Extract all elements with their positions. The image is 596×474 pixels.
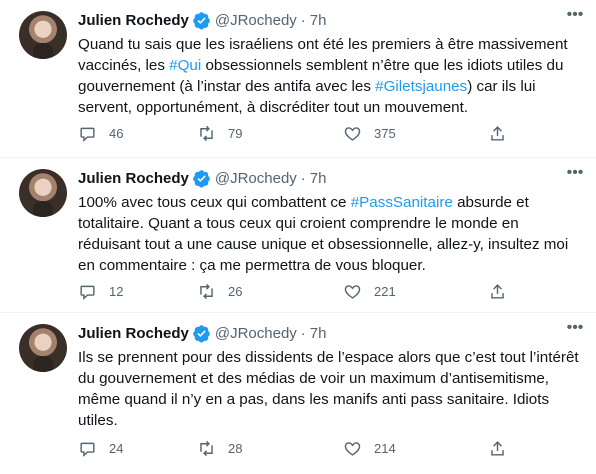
verified-badge-icon [192,169,211,188]
tweet-body: Julien Rochedy @JRochedy · 7h 100% avec … [78,167,584,276]
reply-button[interactable]: 46 [78,124,123,143]
author-handle[interactable]: @JRochedy [215,325,297,342]
retweet-icon [200,283,213,299]
more-options-icon[interactable]: ••• [564,7,586,28]
tweet-text: 100% avec tous ceux qui combattent ce #P… [78,192,584,276]
hashtag-link[interactable]: #Giletsjaunes [375,78,467,95]
like-button[interactable]: 221 [343,282,396,301]
tweet-header: Julien Rochedy @JRochedy · 7h [78,322,584,344]
reply-icon [80,442,95,457]
retweet-button[interactable]: 79 [197,124,242,143]
like-icon [344,126,361,141]
share-button[interactable] [488,439,507,458]
like-count: 221 [374,283,396,299]
author-name[interactable]: Julien Rochedy [78,325,189,342]
verified-badge-icon [192,324,211,343]
tweet-actions: 24 28 214 [78,436,584,460]
author-handle[interactable]: @JRochedy [215,170,297,187]
tweet[interactable]: Julien Rochedy @JRochedy · 7h Quand tu s… [0,0,596,158]
tweet-body: Julien Rochedy @JRochedy · 7h Ils se pre… [78,322,584,431]
separator-dot: · [300,11,306,29]
author-avatar[interactable] [19,11,67,59]
like-count: 214 [374,440,396,456]
share-button[interactable] [488,282,507,301]
tweet-text-segment: Ils se prennent pour des dissidents de l… [78,349,579,429]
reply-icon [80,127,95,142]
tweet-time[interactable]: 7h [310,325,327,342]
tweet-header: Julien Rochedy @JRochedy · 7h [78,167,584,189]
retweet-icon [200,440,213,456]
tweet-actions: 46 79 375 [78,121,584,145]
author-name[interactable]: Julien Rochedy [78,12,189,29]
tweet-text: Quand tu sais que les israéliens ont été… [78,34,584,118]
hashtag-link[interactable]: #Qui [169,57,201,74]
author-name[interactable]: Julien Rochedy [78,170,189,187]
reply-count: 24 [109,440,124,456]
like-icon [344,284,361,299]
tweet-text: Ils se prennent pour des dissidents de l… [78,347,584,431]
retweet-count: 28 [228,440,243,456]
separator-dot: · [300,169,306,187]
retweet-button[interactable]: 28 [197,439,242,458]
more-options-icon[interactable]: ••• [564,320,586,341]
tweet-actions: 12 26 221 [78,279,584,303]
tweet-text-segment: 100% avec tous ceux qui combattent ce [78,194,351,211]
retweet-button[interactable]: 26 [197,282,242,301]
tweet-time[interactable]: 7h [310,12,327,29]
reply-count: 12 [109,283,124,299]
share-button[interactable] [488,124,507,143]
retweet-icon [200,125,213,141]
reply-icon [80,285,95,300]
like-icon [344,441,361,456]
hashtag-link[interactable]: #PassSanitaire [351,194,453,211]
like-button[interactable]: 214 [343,439,396,458]
tweet-feed: Julien Rochedy @JRochedy · 7h Quand tu s… [0,0,596,474]
tweet-body: Julien Rochedy @JRochedy · 7h Quand tu s… [78,9,584,118]
tweet[interactable]: Julien Rochedy @JRochedy · 7h 100% avec … [0,158,596,313]
more-options-icon[interactable]: ••• [564,165,586,186]
tweet[interactable]: Julien Rochedy @JRochedy · 7h Ils se pre… [0,313,596,474]
verified-badge-icon [192,11,211,30]
share-icon [491,125,504,141]
share-icon [491,440,504,456]
tweet-header: Julien Rochedy @JRochedy · 7h [78,9,584,31]
retweet-count: 26 [228,283,243,299]
separator-dot: · [300,324,306,342]
retweet-count: 79 [228,125,243,141]
reply-count: 46 [109,125,124,141]
share-icon [491,283,504,299]
author-avatar[interactable] [19,169,67,217]
like-button[interactable]: 375 [343,124,396,143]
like-count: 375 [374,125,396,141]
reply-button[interactable]: 12 [78,282,123,301]
author-handle[interactable]: @JRochedy [215,12,297,29]
author-avatar[interactable] [19,324,67,372]
tweet-time[interactable]: 7h [310,170,327,187]
reply-button[interactable]: 24 [78,439,123,458]
